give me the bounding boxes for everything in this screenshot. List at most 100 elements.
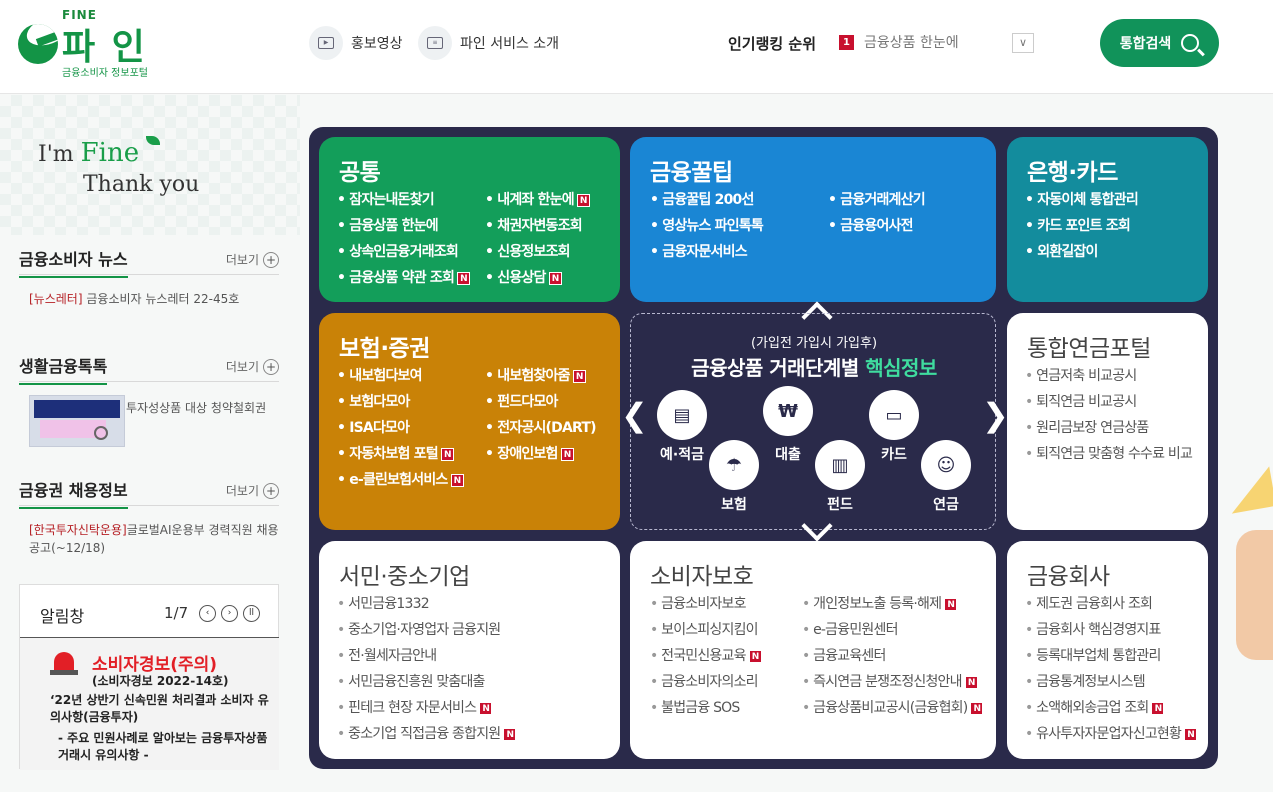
insurance-box: 보험·증권 내보험다보여 보험다모아 ISA다모아 자동차보험 포털N e-클린… bbox=[319, 313, 620, 530]
pension-link[interactable]: 퇴직연금 비교공시 bbox=[1025, 389, 1192, 415]
news-item[interactable]: [뉴스레터] 금융소비자 뉴스레터 22-45호 bbox=[29, 290, 279, 308]
core-info-sub: (가입전 가입시 가입후) bbox=[750, 336, 878, 351]
service-intro-button[interactable]: ≡ 파인 서비스 소개 bbox=[418, 26, 559, 60]
new-badge: N bbox=[450, 473, 464, 487]
company-link[interactable]: 등록대부업체 통합관리 bbox=[1025, 643, 1197, 669]
consumer-link[interactable]: e-금융민원센터 bbox=[802, 617, 983, 643]
consumer-link[interactable]: 즉시연금 분쟁조정신청안내N bbox=[802, 669, 983, 695]
news-tag: [뉴스레터] bbox=[29, 292, 83, 306]
consumer-link[interactable]: 금융교육센터 bbox=[802, 643, 983, 669]
alert-text2: - 주요 민원사례로 알아보는 금융투자상품 거래시 유의사항 - bbox=[58, 731, 268, 762]
common-link[interactable]: 신용정보조회 bbox=[485, 239, 590, 265]
consumer-news-section: 금융소비자 뉴스 더보기 + [뉴스레터] 금융소비자 뉴스레터 22-45호 bbox=[19, 246, 279, 316]
pension-link[interactable]: 연금저축 비교공시 bbox=[1025, 363, 1192, 389]
fund-chart-icon[interactable]: ▥ bbox=[815, 440, 865, 490]
bank-link[interactable]: 카드 포인트 조회 bbox=[1025, 213, 1138, 239]
company-link[interactable]: 제도권 금융회사 조회 bbox=[1025, 591, 1197, 617]
arm-illustration bbox=[1236, 530, 1273, 660]
sme-link[interactable]: 서민금융진흥원 맞춤대출 bbox=[337, 669, 516, 695]
insurance-link[interactable]: ISA다모아 bbox=[337, 415, 464, 441]
play-icon: ▶ bbox=[309, 26, 343, 60]
search-icon bbox=[1181, 34, 1200, 52]
core-info-main: 금융상품 거래단계별 bbox=[691, 356, 859, 380]
header: FINE 파 인 금융소비자 정보포털 ▶ 홍보영상 ≡ 파인 서비스 소개 인… bbox=[0, 0, 1273, 94]
tips-box: 금융꿀팁 금융꿀팁 200선 영상뉴스 파인톡톡 금융자문서비스 금융거래계산기… bbox=[630, 137, 996, 302]
insurance-link[interactable]: 내보험찾아줌N bbox=[485, 363, 596, 389]
common-link[interactable]: 상속인금융거래조회 bbox=[337, 239, 470, 265]
arrow-right-icon[interactable]: ❯ bbox=[982, 396, 1009, 434]
card-label[interactable]: 카드 bbox=[859, 444, 929, 464]
jobs-more-button[interactable]: 더보기 + bbox=[226, 482, 279, 499]
bank-link[interactable]: 외환길잡이 bbox=[1025, 239, 1138, 265]
bank-link[interactable]: 자동이체 통합관리 bbox=[1025, 187, 1139, 213]
document-icon: ≡ bbox=[418, 26, 452, 60]
sme-link[interactable]: 중소기업 직접금융 종합지원N bbox=[337, 721, 517, 747]
consumer-link[interactable]: 개인정보노출 등록·해제N bbox=[802, 591, 983, 617]
common-link[interactable]: 잠자는내돈찾기 bbox=[337, 187, 470, 213]
promo-video-label: 홍보영상 bbox=[351, 36, 403, 52]
life-finance-thumbnail[interactable] bbox=[29, 395, 125, 447]
tips-link[interactable]: 금융꿀팁 200선 bbox=[650, 187, 763, 213]
sme-link[interactable]: 핀테크 현장 자문서비스N bbox=[337, 695, 516, 721]
chevron-down-icon[interactable]: ∨ bbox=[1012, 33, 1034, 53]
notice-card[interactable]: 소비자경보(주의) (소비자경보 2022-14호) ‘22년 상반기 신속민원… bbox=[20, 637, 279, 770]
tips-link[interactable]: 금융용어사전 bbox=[828, 213, 925, 239]
next-icon[interactable]: › bbox=[221, 605, 238, 622]
insurance-link[interactable]: e-클린보험서비스N bbox=[337, 467, 464, 493]
common-link[interactable]: 금융상품 한눈에 bbox=[337, 213, 470, 239]
pension-link[interactable]: 퇴직연금 맞춤형 수수료 비교 bbox=[1025, 441, 1193, 467]
consumer-link[interactable]: 금융소비자보호 bbox=[650, 591, 762, 617]
arrow-left-icon[interactable]: ❮ bbox=[621, 396, 648, 434]
integrated-search-button[interactable]: 통합검색 bbox=[1100, 19, 1219, 67]
common-link[interactable]: 내계좌 한눈에N bbox=[485, 187, 590, 213]
sme-link[interactable]: 서민금융1332 bbox=[337, 591, 516, 617]
common-list-right: 내계좌 한눈에N 채권자변동조회 신용정보조회 신용상담N bbox=[485, 187, 590, 291]
pension-icon[interactable]: ☺ bbox=[921, 440, 971, 490]
consumer-link[interactable]: 전국민신용교육N bbox=[650, 643, 762, 669]
insurance-link[interactable]: 보험다모아 bbox=[337, 389, 464, 415]
insurance-link[interactable]: 전자공시(DART) bbox=[485, 415, 596, 441]
pension-link[interactable]: 원리금보장 연금상품 bbox=[1025, 415, 1192, 441]
insurance-link[interactable]: 장애인보험N bbox=[485, 441, 596, 467]
pause-icon[interactable]: ll bbox=[243, 605, 260, 622]
search-label: 통합검색 bbox=[1119, 36, 1172, 52]
tips-link[interactable]: 금융자문서비스 bbox=[650, 239, 763, 265]
deposit-label[interactable]: 예·적금 bbox=[647, 444, 717, 464]
company-link[interactable]: 유사투자자문업자신고현황N bbox=[1025, 721, 1198, 747]
prev-icon[interactable]: ‹ bbox=[199, 605, 216, 622]
consumer-link[interactable]: 보이스피싱지킴이 bbox=[650, 617, 762, 643]
consumer-news-more-button[interactable]: 더보기 + bbox=[226, 251, 279, 268]
sme-link[interactable]: 중소기업·자영업자 금융지원 bbox=[337, 617, 516, 643]
common-link[interactable]: 금융상품 약관 조회N bbox=[337, 265, 471, 291]
core-info-title: 금융상품 거래단계별 핵심정보 bbox=[631, 352, 997, 381]
loan-label[interactable]: 대출 bbox=[753, 444, 823, 464]
ranking-item[interactable]: 금융상품 한눈에 bbox=[864, 32, 959, 52]
card-icon[interactable]: ▭ bbox=[869, 390, 919, 440]
insurance-link[interactable]: 자동차보험 포털N bbox=[337, 441, 464, 467]
consumer-link[interactable]: 금융상품비교공시(금융협회)N bbox=[802, 695, 984, 721]
loan-icon[interactable]: ₩ bbox=[763, 386, 813, 436]
plus-icon: + bbox=[263, 251, 279, 268]
tips-link[interactable]: 금융거래계산기 bbox=[828, 187, 925, 213]
company-link[interactable]: 금융회사 핵심경영지표 bbox=[1025, 617, 1197, 643]
insurance-link[interactable]: 펀드다모아 bbox=[485, 389, 596, 415]
tips-link[interactable]: 영상뉴스 파인톡톡 bbox=[650, 213, 764, 239]
umbrella-icon[interactable]: ☂ bbox=[709, 440, 759, 490]
common-link[interactable]: 채권자변동조회 bbox=[485, 213, 590, 239]
promo-video-button[interactable]: ▶ 홍보영상 bbox=[309, 26, 403, 60]
common-link[interactable]: 신용상담N bbox=[485, 265, 590, 291]
company-link[interactable]: 금융통계정보시스템 bbox=[1025, 669, 1197, 695]
pension-label[interactable]: 연금 bbox=[911, 494, 981, 514]
bank-list: 자동이체 통합관리 카드 포인트 조회 외환길잡이 bbox=[1025, 187, 1139, 265]
life-finance-text[interactable]: 투자성상품 대상 청약철회권 bbox=[126, 399, 271, 417]
consumer-link[interactable]: 금융소비자의소리 bbox=[650, 669, 762, 695]
jobs-item[interactable]: [한국투자신탁운용]글로벌AI운용부 경력직원 채용공고(~12/18) bbox=[29, 521, 279, 557]
life-finance-more-button[interactable]: 더보기 + bbox=[226, 358, 279, 375]
consumer-link[interactable]: 불법금융 SOS bbox=[650, 695, 762, 721]
company-link[interactable]: 소액해외송금업 조회N bbox=[1025, 695, 1197, 721]
fine-logo[interactable]: FINE 파 인 금융소비자 정보포털 bbox=[18, 8, 168, 80]
insurance-label[interactable]: 보험 bbox=[699, 494, 769, 514]
sme-link[interactable]: 전·월세자금안내 bbox=[337, 643, 516, 669]
deposit-icon[interactable]: ▤ bbox=[657, 390, 707, 440]
insurance-link[interactable]: 내보험다보여 bbox=[337, 363, 464, 389]
